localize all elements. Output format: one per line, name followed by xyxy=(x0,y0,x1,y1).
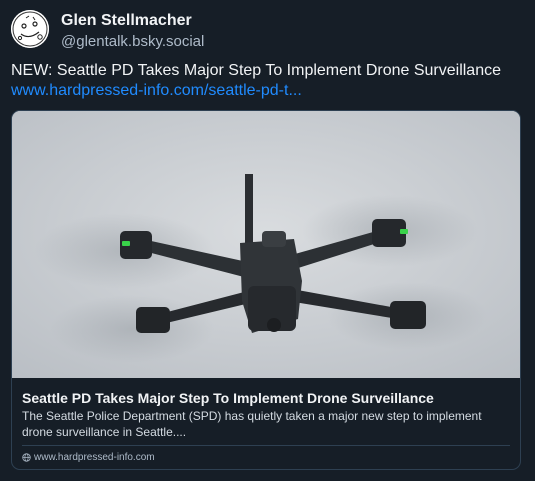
link-card-image xyxy=(12,111,520,378)
doodle-face-icon xyxy=(11,10,49,48)
divider xyxy=(22,445,510,446)
globe-icon xyxy=(22,453,31,462)
link-card-title[interactable]: Seattle PD Takes Major Step To Implement… xyxy=(22,390,434,406)
link-card-description: The Seattle Police Department (SPD) has … xyxy=(22,409,482,439)
link-card-domain: www.hardpressed-info.com xyxy=(22,452,155,463)
post-link[interactable]: www.hardpressed-info.com/seattle-pd-t... xyxy=(11,82,302,100)
author-handle[interactable]: @glentalk.bsky.social xyxy=(61,33,204,50)
link-card-domain-text: www.hardpressed-info.com xyxy=(34,452,155,463)
link-card[interactable]: Seattle PD Takes Major Step To Implement… xyxy=(11,110,521,470)
author-display-name[interactable]: Glen Stellmacher xyxy=(61,12,192,30)
avatar[interactable] xyxy=(11,10,49,48)
post-container: Glen Stellmacher @glentalk.bsky.social N… xyxy=(0,0,535,481)
quadcopter-drone-photo xyxy=(12,111,520,378)
post-text: NEW: Seattle PD Takes Major Step To Impl… xyxy=(11,62,501,79)
